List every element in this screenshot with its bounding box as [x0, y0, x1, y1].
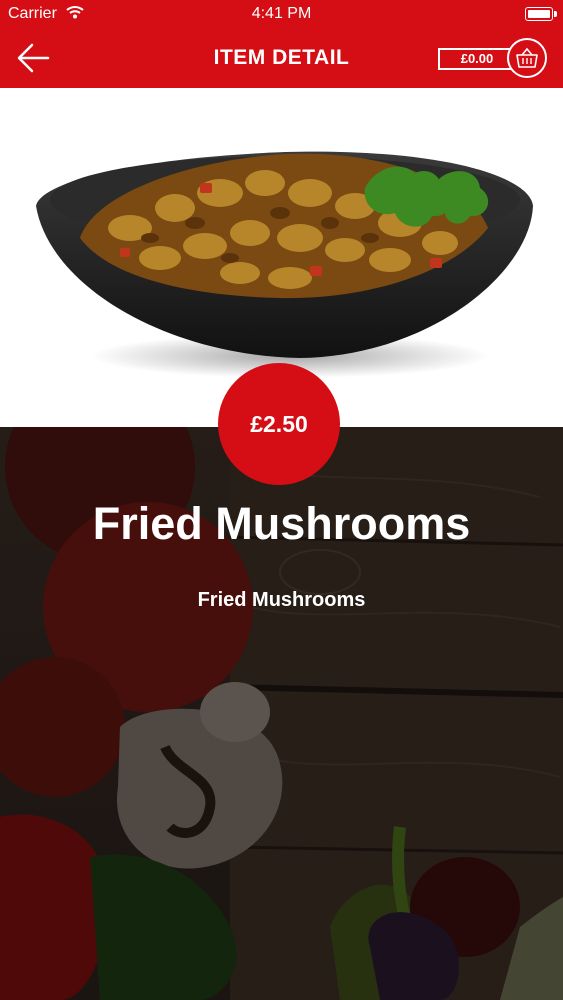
item-description: Fried Mushrooms	[197, 589, 366, 611]
item-name: Fried Mushrooms	[92, 498, 471, 549]
status-bar: Carrier 4:41 PM	[0, 0, 563, 30]
cart-total: £0.00	[438, 48, 516, 70]
battery-icon	[525, 7, 557, 21]
status-time: 4:41 PM	[251, 5, 312, 22]
basket-icon	[507, 38, 547, 78]
price-badge: £2.50	[218, 363, 340, 485]
cart-button[interactable]: £0.00	[437, 36, 555, 82]
nav-bar: ITEM DETAIL £0.00	[0, 30, 563, 88]
